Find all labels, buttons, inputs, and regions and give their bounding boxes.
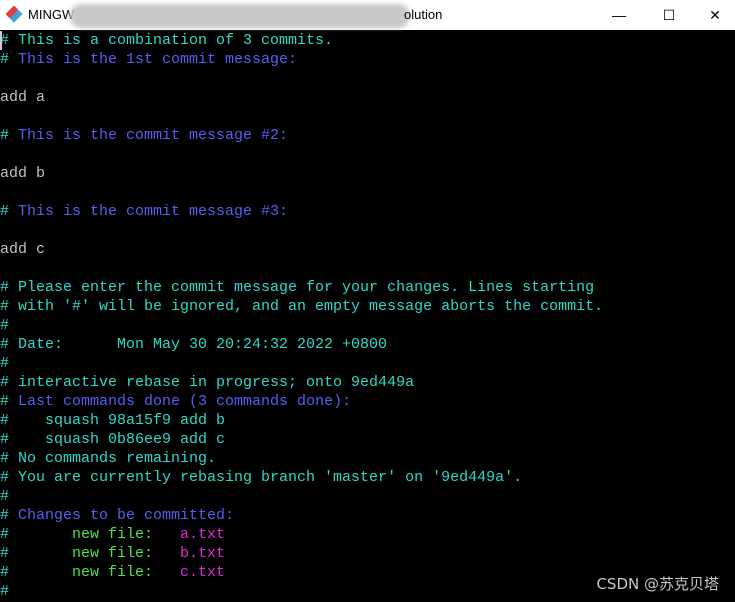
- minimize-button[interactable]: —: [596, 0, 642, 30]
- line-text: #: [0, 355, 10, 372]
- terminal-line: add a: [0, 88, 735, 107]
- terminal-line: # This is the commit message #3:: [0, 202, 735, 221]
- line-text: add b: [0, 165, 46, 182]
- line-text: # squash 98a15f9 add b: [0, 412, 226, 429]
- terminal-line: # squash 0b86ee9 add c: [0, 430, 735, 449]
- terminal-line: # You are currently rebasing branch 'mas…: [0, 468, 735, 487]
- line-text: This is the commit message #2:: [18, 127, 289, 144]
- terminal-line: add c: [0, 240, 735, 259]
- terminal-line: # Last commands done (3 commands done):: [0, 392, 735, 411]
- line-text: # interactive rebase in progress; onto 9…: [0, 374, 415, 391]
- terminal-line: # Changes to be committed:: [0, 506, 735, 525]
- line-text: #: [0, 526, 73, 543]
- git-icon: [5, 5, 23, 23]
- terminal-line: # No commands remaining.: [0, 449, 735, 468]
- line-text: #: [0, 393, 19, 410]
- line-text: This is the commit message #3:: [18, 203, 289, 220]
- terminal-line: # This is the 1st commit message:: [0, 50, 735, 69]
- terminal-line: # Date: Mon May 30 20:24:32 2022 +0800: [0, 335, 735, 354]
- line-text: #: [0, 51, 19, 68]
- watermark: CSDN @苏克贝塔: [596, 575, 719, 593]
- terminal-line: # Please enter the commit message for yo…: [0, 278, 735, 297]
- terminal-line: # with '#' will be ignored, and an empty…: [0, 297, 735, 316]
- line-text: new file:: [72, 526, 181, 543]
- line-text: This is the 1st commit message:: [18, 51, 298, 68]
- line-text: #: [0, 203, 19, 220]
- terminal-line: # interactive rebase in progress; onto 9…: [0, 373, 735, 392]
- line-text: new file:: [72, 564, 181, 581]
- line-text: # No commands remaining.: [0, 450, 217, 467]
- line-text: # Please enter the commit message for yo…: [0, 279, 595, 296]
- terminal-line: # new file: b.txt: [0, 544, 735, 563]
- line-text: # You are currently rebasing branch 'mas…: [0, 469, 523, 486]
- line-text: c.txt: [180, 564, 226, 581]
- line-text: a.txt: [180, 526, 226, 543]
- line-text: b.txt: [180, 545, 226, 562]
- close-button[interactable]: ✕: [692, 0, 735, 30]
- line-text: # Date: Mon May 30 20:24:32 2022 +0800: [0, 336, 388, 353]
- window-title: MINGW: [28, 7, 75, 22]
- line-text: # squash 0b86ee9 add c: [0, 431, 226, 448]
- line-text: #: [0, 564, 73, 581]
- line-text: #: [0, 545, 73, 562]
- line-text: add a: [0, 89, 46, 106]
- window-title-suffix: olution: [404, 7, 443, 22]
- line-text: #: [0, 583, 10, 600]
- terminal-line: # new file: a.txt: [0, 525, 735, 544]
- title-bar: MINGW olution — ☐ ✕: [0, 0, 735, 30]
- terminal-line: # squash 98a15f9 add b: [0, 411, 735, 430]
- terminal[interactable]: # This is a combination of 3 commits. # T…: [0, 31, 735, 602]
- line-text: # This is a combination of 3 commits.: [0, 32, 334, 49]
- line-text: #: [0, 488, 10, 505]
- terminal-line: #: [0, 487, 735, 506]
- line-text: #: [0, 127, 19, 144]
- line-text: # with '#' will be ignored, and an empty…: [0, 298, 604, 315]
- line-text: new file:: [72, 545, 181, 562]
- line-text: add c: [0, 241, 46, 258]
- line-text: Last commands done (3 commands done):: [18, 393, 352, 410]
- line-text: #: [0, 507, 19, 524]
- redacted-title: [70, 4, 410, 28]
- cursor: [0, 31, 2, 50]
- maximize-button[interactable]: ☐: [646, 0, 692, 30]
- terminal-line: # This is a combination of 3 commits.: [0, 31, 735, 50]
- terminal-line: add b: [0, 164, 735, 183]
- terminal-line: #: [0, 316, 735, 335]
- terminal-line: # This is the commit message #2:: [0, 126, 735, 145]
- line-text: Changes to be committed:: [18, 507, 235, 524]
- line-text: #: [0, 317, 10, 334]
- terminal-line: #: [0, 354, 735, 373]
